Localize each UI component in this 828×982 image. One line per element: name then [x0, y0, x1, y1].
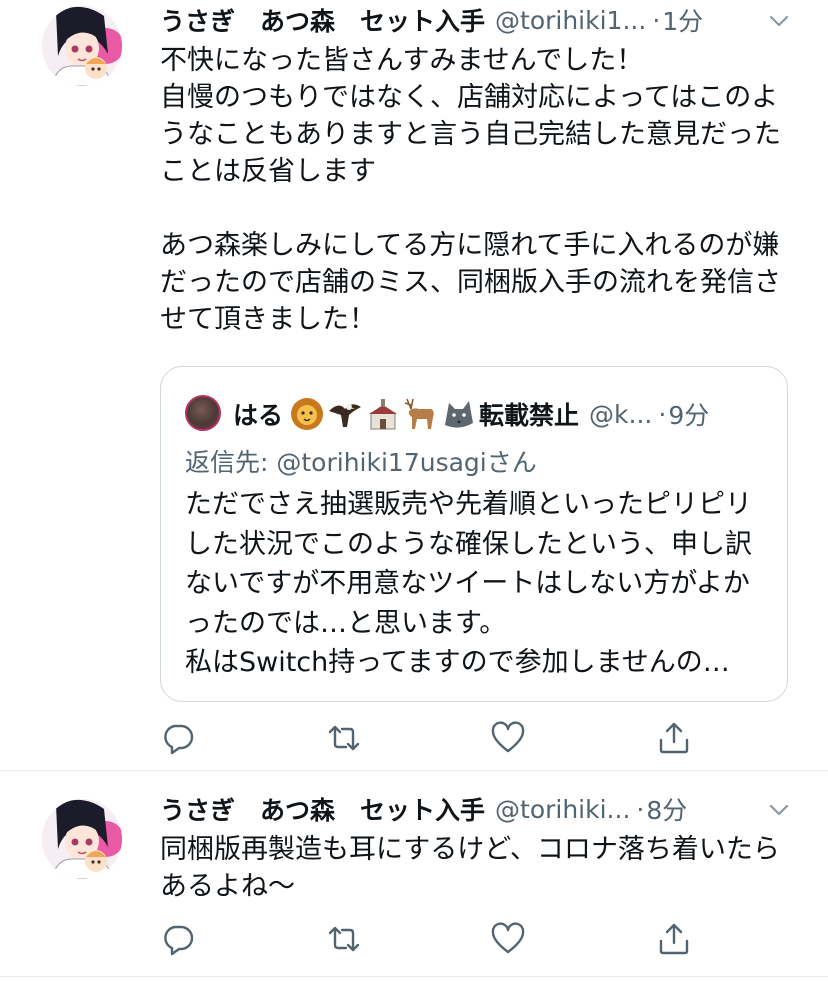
- timestamp[interactable]: 9分: [668, 396, 709, 432]
- quoted-tweet[interactable]: はる 転載禁止 @k... · 9分 返信先: @torihiki17usagi…: [160, 366, 788, 702]
- reply-icon[interactable]: [160, 720, 196, 756]
- deer-emoji: [404, 398, 434, 429]
- share-icon[interactable]: [656, 720, 692, 756]
- reply-handle[interactable]: @torihiki17usagi: [276, 448, 486, 477]
- lion-emoji: [291, 398, 324, 430]
- tweet-text: 同梱版再製造も耳にするけど、コロナ落ち着いたらあるよね〜: [160, 834, 780, 902]
- quoted-tweet-text: ただでさえ抽選販売や先着順といったピリピリした状況でこのような確保したという、申…: [185, 489, 752, 678]
- name-emojis: [289, 397, 479, 431]
- tweet-header: うさぎ あつ森 セット入手 @torihiki1... · 1分: [160, 2, 703, 38]
- tweet-header: うさぎ あつ森 セット入手 @torihiki... · 8分: [160, 791, 687, 827]
- user-handle[interactable]: @torihiki...: [495, 795, 630, 824]
- avatar[interactable]: [185, 395, 221, 431]
- separator-dot: ·: [658, 399, 667, 429]
- retweet-icon[interactable]: [326, 921, 362, 957]
- display-name-suffix[interactable]: 転載禁止: [479, 396, 579, 432]
- church-emoji: [369, 399, 398, 430]
- tweet-actions: [160, 720, 720, 760]
- reply-suffix: さん: [486, 448, 537, 477]
- tweet[interactable]: うさぎ あつ森 セット入手 @torihiki1... · 1分 不快になった皆…: [0, 0, 828, 770]
- reply-prefix: 返信先:: [185, 448, 277, 477]
- tweet-actions: [160, 921, 720, 961]
- timestamp[interactable]: 8分: [646, 791, 687, 827]
- like-icon[interactable]: [490, 921, 526, 957]
- separator-dot: ·: [652, 5, 661, 35]
- share-icon[interactable]: [656, 921, 692, 957]
- timestamp[interactable]: 1分: [662, 2, 703, 38]
- display-name[interactable]: はる: [233, 396, 283, 432]
- eagle-emoji: [329, 404, 362, 427]
- divider: [0, 976, 828, 977]
- avatar[interactable]: [42, 799, 122, 879]
- user-handle[interactable]: @torihiki1...: [495, 6, 646, 35]
- retweet-icon[interactable]: [326, 720, 362, 756]
- chevron-down-icon[interactable]: [766, 797, 792, 823]
- separator-dot: ·: [636, 794, 645, 824]
- avatar[interactable]: [42, 6, 122, 86]
- tweet-text: 不快になった皆さんすみませんでした！ 自慢のつもりではなく、店舗対応によってはこ…: [160, 45, 781, 335]
- reply-context: 返信先: @torihiki17usagiさん: [185, 443, 537, 479]
- like-icon[interactable]: [490, 720, 526, 756]
- wolf-emoji: [445, 401, 474, 428]
- display-name[interactable]: うさぎ あつ森 セット入手: [160, 791, 485, 827]
- tweet[interactable]: うさぎ あつ森 セット入手 @torihiki... · 8分 同梱版再製造も耳…: [0, 771, 828, 982]
- display-name[interactable]: うさぎ あつ森 セット入手: [160, 2, 485, 38]
- quoted-tweet-header: はる 転載禁止 @k... · 9分: [233, 395, 709, 433]
- chevron-down-icon[interactable]: [766, 8, 792, 34]
- user-handle[interactable]: @k...: [589, 400, 652, 429]
- reply-icon[interactable]: [160, 921, 196, 957]
